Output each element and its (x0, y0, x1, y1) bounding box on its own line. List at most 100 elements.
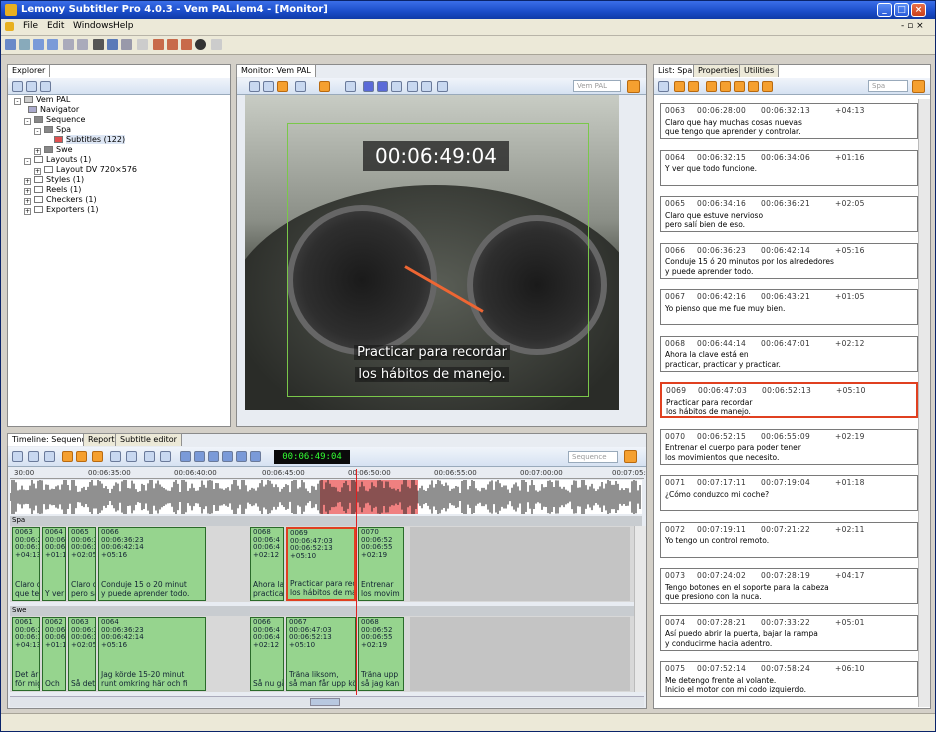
track-empty-area[interactable] (410, 527, 630, 601)
tab-subtitle-editor[interactable]: Subtitle editor (115, 433, 182, 446)
tl-text-icon[interactable] (126, 451, 137, 462)
subtitle-block[interactable]: 0064 00:06:36:23 00:06:42:14 +05:16 Jag körd… (98, 617, 206, 691)
list-item[interactable]: 0073 00:07:24:02 00:07:28:19 +04:17 Tengo bo… (660, 568, 918, 604)
tl-tracks-icon[interactable] (44, 451, 55, 462)
list-item[interactable]: 0074 00:07:28:21 00:07:33:22 +05:01 Así pued… (660, 614, 918, 651)
tree-item-swe[interactable]: + Swe (14, 145, 137, 155)
tree-item-project[interactable]: - Vem PAL (14, 95, 137, 105)
tree-item-reels[interactable]: + Reels (1) (14, 185, 137, 195)
subtitle-block[interactable]: 006100:06:2800:06:32+04:13Det är juför m… (12, 617, 40, 691)
tab-properties[interactable]: Properties (693, 64, 744, 77)
menu-help[interactable]: Help (113, 21, 134, 31)
list-scrollbar[interactable] (918, 99, 930, 707)
list-item[interactable]: 0069 00:06:47:03 00:06:52:13 +05:10 Practica… (660, 382, 918, 418)
tab-monitor[interactable]: Monitor: Vem PAL (236, 64, 316, 77)
list-item[interactable]: 0065 00:06:34:16 00:06:36:21 +02:05 Claro qu… (660, 196, 918, 232)
list-item[interactable]: 0075 00:07:52:14 00:07:58:24 +06:10 Me deten… (660, 661, 918, 697)
list-split-icon[interactable] (674, 81, 685, 92)
tl-back-icon[interactable] (194, 451, 205, 462)
timeline-settings-icon[interactable] (624, 450, 637, 463)
menu-file[interactable]: File (23, 21, 38, 31)
time-ruler[interactable]: 30:00 00:06:35:00 00:06:40:00 00:06:45:0… (10, 469, 646, 479)
timeline-vscroll[interactable] (634, 526, 646, 692)
tree-item-subtitles[interactable]: Subtitles (122) (14, 134, 137, 145)
list-item[interactable]: 0071 00:07:17:11 00:07:19:04 +01:18 ¿Cómo co… (660, 475, 918, 511)
list-settings-icon[interactable] (912, 80, 925, 93)
close-icon[interactable]: × (911, 3, 926, 17)
subtitle-block[interactable]: 0064 00:06: 00:06: +01:1 Y ver (42, 527, 66, 601)
list-tool-3-icon[interactable] (734, 81, 745, 92)
list-item[interactable]: 0064 00:06:32:15 00:06:34:06 +01:16 Y ver qu… (660, 149, 918, 186)
list-item[interactable]: 0066 00:06:36:23 00:06:42:14 +05:16 Conduje … (660, 242, 918, 279)
search-icon[interactable] (437, 81, 448, 92)
print-icon[interactable] (93, 39, 104, 50)
subtitle-block[interactable]: 0067 00:06:47:03 00:06:52:13 +05:10 Träna li… (286, 617, 356, 691)
audio-waveform[interactable] (10, 480, 642, 514)
tree-item-spa[interactable]: - Spa (14, 125, 137, 135)
monitor-dropdown[interactable]: Vem PAL (573, 80, 621, 92)
tree-item-styles[interactable]: + Styles (1) (14, 175, 137, 185)
copy-icon[interactable] (167, 39, 178, 50)
record-icon[interactable] (195, 39, 206, 50)
filter-icon[interactable] (40, 81, 51, 92)
track-empty-area[interactable] (410, 617, 630, 691)
mode-icon[interactable] (295, 81, 306, 92)
menu-windows[interactable]: Windows (73, 21, 113, 31)
subtitle-block[interactable]: 006500:06:300:06:3+02:05Claro qpero sa (68, 527, 96, 601)
play-icon[interactable] (391, 81, 402, 92)
save-icon[interactable] (33, 39, 44, 50)
subtitle-block[interactable]: 0068 00:06:52 00:06:55 +02:19 Träna upp så ja… (358, 617, 404, 691)
tl-view-icon[interactable] (12, 451, 23, 462)
list-item[interactable]: 0072 00:07:19:11 00:07:21:22 +02:11 Yo tengo… (660, 521, 918, 558)
tab-list-spa[interactable]: List: Spa (653, 64, 698, 77)
color-icon[interactable] (319, 81, 330, 92)
list-add-icon[interactable] (688, 81, 699, 92)
list-view-icon[interactable] (658, 81, 669, 92)
list-tool-5-icon[interactable] (762, 81, 773, 92)
tl-play-icon[interactable] (208, 451, 219, 462)
zoom-icon[interactable] (249, 81, 260, 92)
timeline-dropdown[interactable]: Sequence (568, 451, 618, 463)
marker-icon[interactable] (345, 81, 356, 92)
monitor-settings-icon[interactable] (627, 80, 640, 93)
playhead[interactable] (356, 469, 357, 695)
export-icon[interactable] (77, 39, 88, 50)
menu-edit[interactable]: Edit (47, 21, 64, 31)
bold-icon[interactable] (107, 39, 118, 50)
paste-icon[interactable] (181, 39, 192, 50)
delete-icon[interactable] (211, 39, 222, 50)
tab-explorer[interactable]: Explorer (7, 64, 51, 77)
list-item[interactable]: 0070 00:06:52:15 00:06:55:09 +02:19 Entrenar… (660, 428, 918, 465)
safe-area-icon[interactable] (277, 81, 288, 92)
list-item[interactable]: 0067 00:06:42:16 00:06:43:21 +01:05 Yo piens… (660, 289, 918, 325)
tl-prev-icon[interactable] (180, 451, 191, 462)
subtitle-block[interactable]: 006300:06:2800:06:32+04:13Claro quque te… (12, 527, 40, 601)
subtitle-block[interactable]: 0062 00:06 00:06 +01:1 Och (42, 617, 66, 691)
list-tool-1-icon[interactable] (706, 81, 717, 92)
timeline-hscroll[interactable] (10, 696, 644, 707)
sort-icon[interactable] (26, 81, 37, 92)
undo-icon[interactable] (137, 39, 148, 50)
copy-frame-icon[interactable] (407, 81, 418, 92)
subtitle-block[interactable]: 0063 00:06:3 00:06:3 +02:05 Så det (68, 617, 96, 691)
list-item[interactable]: 0063 00:06:28:00 00:06:32:13 +04:13 Claro qu… (660, 103, 918, 139)
timeline-timecode[interactable]: 00:06:49:04 (274, 450, 350, 464)
tl-end-icon[interactable] (250, 451, 261, 462)
subtitle-block[interactable]: 0068 00:06:4 00:06:4 +02:12 Ahora la practica… (250, 527, 284, 601)
snapshot-icon[interactable] (421, 81, 432, 92)
list-tool-4-icon[interactable] (748, 81, 759, 92)
tree-item-layouts[interactable]: - Layouts (1) (14, 155, 137, 165)
pointer-icon[interactable] (5, 39, 16, 50)
mdi-minimize-icon[interactable]: - ▫ × (901, 21, 924, 31)
subtitle-block[interactable]: 0066 00:06:36:23 00:06:42:14 +05:16 Conduje … (98, 527, 206, 601)
list-dropdown[interactable]: Spa (868, 80, 908, 92)
import-icon[interactable] (63, 39, 74, 50)
view-icon[interactable] (12, 81, 23, 92)
tree-item-layout-dv[interactable]: + Layout DV 720×576 (14, 165, 137, 175)
cut-icon[interactable] (153, 39, 164, 50)
tl-insert-icon[interactable] (62, 451, 73, 462)
new-icon[interactable] (19, 39, 30, 50)
tree-item-sequence[interactable]: - Sequence (14, 115, 137, 125)
tl-marker-icon[interactable] (110, 451, 121, 462)
tl-zoom-icon[interactable] (28, 451, 39, 462)
